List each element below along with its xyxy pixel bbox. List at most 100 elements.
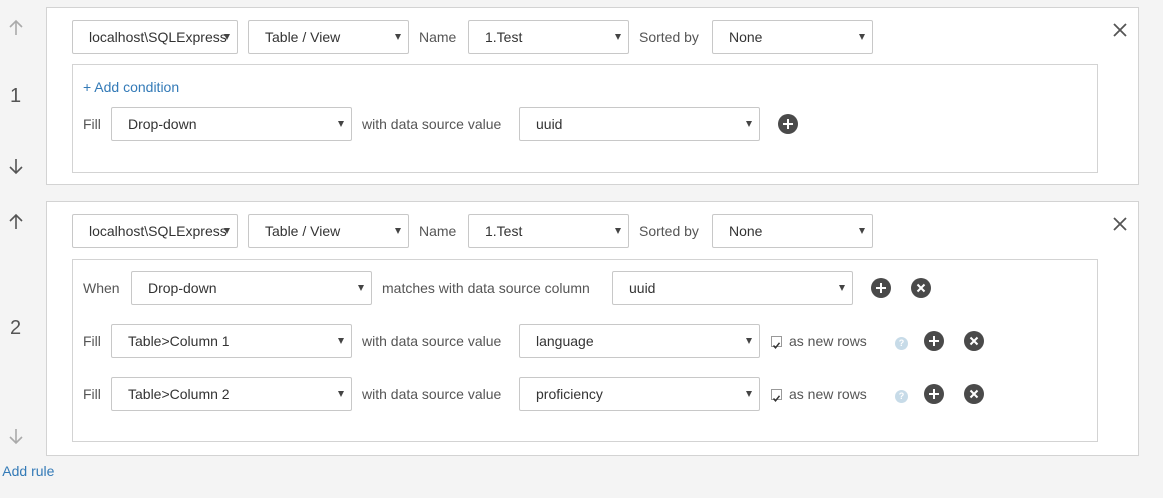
rule-1-with-value: uuid <box>536 116 563 132</box>
question-icon[interactable]: ? <box>895 390 908 403</box>
chevron-down-icon <box>338 338 344 344</box>
rule-2-fill-2-remove-button[interactable] <box>964 384 984 404</box>
rule-1-add-fill-button[interactable] <box>778 114 798 134</box>
rule-1-connection-select[interactable]: localhost\SQLExpress <box>72 20 238 54</box>
rule-1-condition-box: + Add condition Fill Drop-down with data… <box>72 64 1098 173</box>
chevron-down-icon <box>615 34 621 40</box>
rule-1-sorted-select[interactable]: None <box>712 20 873 54</box>
rule-1-name-label: Name <box>419 29 457 45</box>
rule-2-when-add-button[interactable] <box>871 278 891 298</box>
chevron-down-icon <box>358 285 364 291</box>
rule-2-sorted-label: Sorted by <box>639 223 699 239</box>
rule-2-fill-2-select[interactable]: Table>Column 2 <box>111 377 352 411</box>
rule-1-connection-value: localhost\SQLExpress <box>89 29 227 45</box>
rule-1-fill-label: Fill <box>83 116 101 132</box>
plus-circle-icon <box>783 119 793 129</box>
chevron-down-icon <box>839 285 845 291</box>
x-circle-icon <box>969 389 979 399</box>
add-rule-link[interactable]: + Add rule <box>0 463 54 479</box>
rule-2-fill-2-new-rows-label: as new rows <box>789 386 867 402</box>
rule-2-name-select[interactable]: 1.Test <box>468 214 629 248</box>
rule-2-name-label: Name <box>419 223 457 239</box>
chevron-down-icon <box>338 391 344 397</box>
rule-2-matches-value: uuid <box>629 280 656 296</box>
x-circle-icon <box>969 336 979 346</box>
rule-2-fill-2-add-button[interactable] <box>924 384 944 404</box>
chevron-down-icon <box>859 228 865 234</box>
chevron-down-icon <box>746 338 752 344</box>
rule-2-fill-1-select[interactable]: Table>Column 1 <box>111 324 352 358</box>
rule-2-matches-select[interactable]: uuid <box>612 271 853 305</box>
rule-2-connection-value: localhost\SQLExpress <box>89 223 227 239</box>
rule-2-sorted-value: None <box>729 223 763 239</box>
rule-1-with-select[interactable]: uuid <box>519 107 760 141</box>
rule-2-fill-1-add-button[interactable] <box>924 331 944 351</box>
rule-2-fill-2-new-rows-checkbox[interactable] <box>771 389 782 402</box>
plus-circle-icon <box>929 336 939 346</box>
rule-1-sorted-value: None <box>729 29 763 45</box>
rule-1-panel: localhost\SQLExpress Table / View Name 1… <box>46 7 1139 185</box>
rule-1-sorted-label: Sorted by <box>639 29 699 45</box>
rule-2-fill-2-with-select[interactable]: proficiency <box>519 377 760 411</box>
rule-2-arrow-down[interactable] <box>7 427 25 445</box>
rule-2-fill-1-value: Table>Column 1 <box>128 333 230 349</box>
plus-circle-icon <box>876 283 886 293</box>
rule-2-connection-select[interactable]: localhost\SQLExpress <box>72 214 238 248</box>
arrow-up-icon <box>9 19 23 35</box>
question-icon[interactable]: ? <box>895 337 908 350</box>
rule-2-matches-label: matches with data source column <box>382 280 590 296</box>
close-icon <box>1113 217 1127 231</box>
rule-2-fill-2-with-value: proficiency <box>536 386 603 402</box>
chevron-down-icon <box>395 228 401 234</box>
rule-2-fill-2-value: Table>Column 2 <box>128 386 230 402</box>
rule-1-name-value: 1.Test <box>485 29 523 45</box>
arrow-down-icon <box>9 159 23 175</box>
x-circle-icon <box>916 283 926 293</box>
chevron-down-icon <box>746 121 752 127</box>
rule-2-when-label: When <box>83 280 120 296</box>
chevron-down-icon <box>859 34 865 40</box>
arrow-down-icon <box>9 429 23 445</box>
rule-2-source-type-value: Table / View <box>265 223 341 239</box>
rule-2-fill-1-remove-button[interactable] <box>964 331 984 351</box>
rule-2-when-remove-button[interactable] <box>911 278 931 298</box>
arrow-up-icon <box>9 213 23 229</box>
rule-2-fill-1-with-label: with data source value <box>362 333 502 349</box>
plus-circle-icon <box>929 389 939 399</box>
rule-2-fill-2-label: Fill <box>83 386 101 402</box>
add-condition-link[interactable]: + Add condition <box>83 70 179 104</box>
chevron-down-icon <box>615 228 621 234</box>
chevron-down-icon <box>395 34 401 40</box>
rule-1-arrow-down[interactable] <box>7 157 25 175</box>
rule-2-when-select[interactable]: Drop-down <box>131 271 372 305</box>
rule-2-when-value: Drop-down <box>148 280 217 296</box>
rule-2-sorted-select[interactable]: None <box>712 214 873 248</box>
rule-1-source-type-value: Table / View <box>265 29 341 45</box>
rule-2-fill-1-new-rows-checkbox[interactable] <box>771 336 782 349</box>
chevron-down-icon <box>746 391 752 397</box>
chevron-down-icon <box>338 121 344 127</box>
rule-2-fill-1-new-rows-label: as new rows <box>789 333 867 349</box>
rule-1-close-button[interactable] <box>1110 20 1130 40</box>
rule-2-name-value: 1.Test <box>485 223 523 239</box>
rule-2-fill-1-label: Fill <box>83 333 101 349</box>
rule-2-fill-2-with-label: with data source value <box>362 386 502 402</box>
rule-2-close-button[interactable] <box>1110 214 1130 234</box>
checkmark-icon <box>772 342 781 349</box>
checkmark-icon <box>772 395 781 402</box>
rule-2-arrow-up[interactable] <box>7 213 25 231</box>
rule-1-arrow-up[interactable] <box>7 19 25 37</box>
rule-2-fill-1-with-value: language <box>536 333 594 349</box>
rule-1-number: 1 <box>10 85 22 107</box>
rule-1-name-select[interactable]: 1.Test <box>468 20 629 54</box>
rule-1-fill-select[interactable]: Drop-down <box>111 107 352 141</box>
rule-2-panel: localhost\SQLExpress Table / View Name 1… <box>46 201 1139 456</box>
rule-2-fill-1-with-select[interactable]: language <box>519 324 760 358</box>
rule-1-source-type-select[interactable]: Table / View <box>248 20 409 54</box>
chevron-down-icon <box>224 34 230 40</box>
chevron-down-icon <box>224 228 230 234</box>
rule-1-fill-value: Drop-down <box>128 116 197 132</box>
close-icon <box>1113 23 1127 37</box>
rule-2-condition-box: When Drop-down matches with data source … <box>72 259 1098 442</box>
rule-2-source-type-select[interactable]: Table / View <box>248 214 409 248</box>
